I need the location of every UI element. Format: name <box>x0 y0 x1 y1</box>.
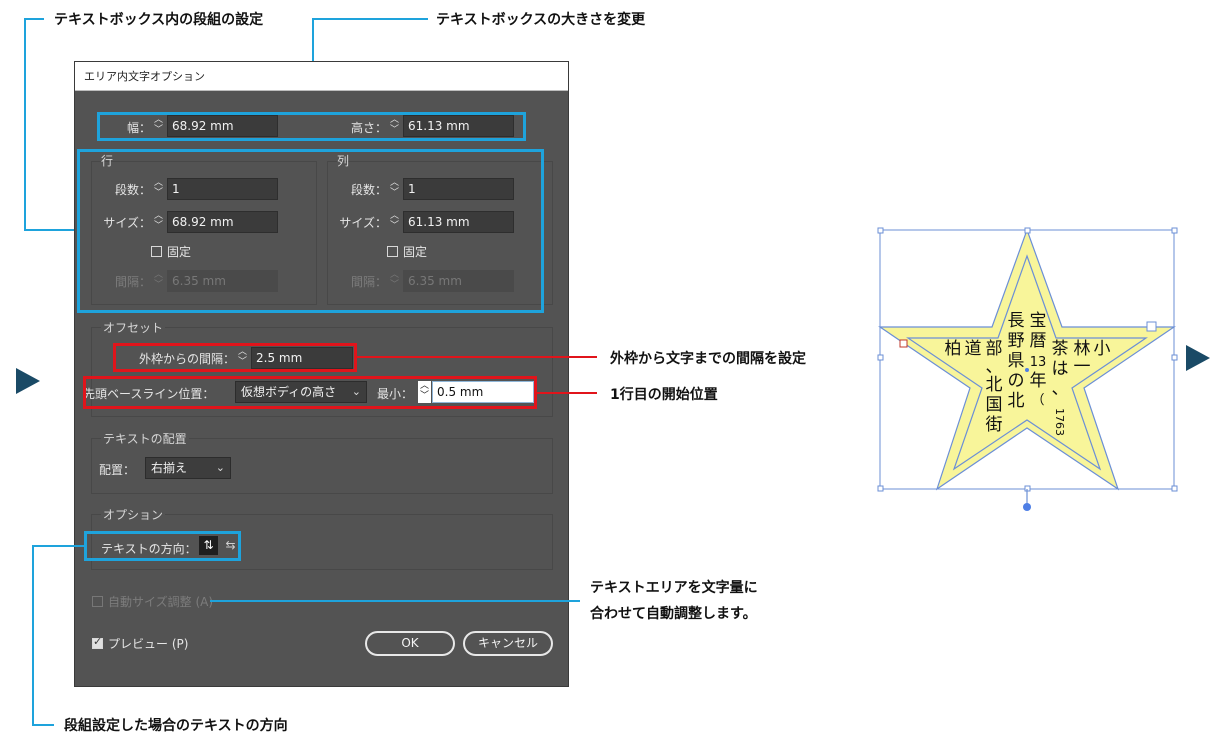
star-char: 北 <box>1008 391 1025 411</box>
star-char: （ <box>1031 393 1044 408</box>
star-char: 国 <box>986 395 1003 415</box>
star-char: 道 <box>965 339 982 359</box>
in-port-icon[interactable] <box>899 339 908 348</box>
star-char: 茶 <box>1052 339 1069 359</box>
annotation-line <box>32 724 54 726</box>
annotation-line <box>32 545 34 726</box>
star-char: 、 <box>1052 379 1069 399</box>
preview-label: プレビュー (P) <box>108 637 189 651</box>
star-char: 野 <box>1008 331 1025 351</box>
auto-size-label: 自動サイズ調整 (A) <box>108 595 214 609</box>
star-char: は <box>1052 359 1069 379</box>
annotation-line <box>312 18 428 20</box>
star-char: 年 <box>1030 371 1047 391</box>
star-char: 小 <box>1094 339 1111 359</box>
star-char: 13 <box>1030 355 1047 370</box>
align-select[interactable]: 右揃え ⌄ <box>145 457 231 479</box>
annotation-inset-spacing: 外枠から文字までの間隔を設定 <box>610 351 806 367</box>
annotation-line <box>357 356 597 358</box>
dialog-title: エリア内文字オプション <box>75 62 568 91</box>
annotation-first-line: 1行目の開始位置 <box>610 387 718 403</box>
highlight-baseline <box>83 376 537 409</box>
star-char: 部 <box>986 339 1003 359</box>
star-text-area: 小 林 一 茶 は 、 宝 暦 13 年 （ 1763 長 野 県 の 北 部 … <box>877 227 1178 511</box>
star-char: 県 <box>1008 351 1025 371</box>
annotation-line <box>24 18 44 20</box>
highlight-direction <box>84 531 241 561</box>
star-char: 林 <box>1074 339 1091 359</box>
star-shape <box>878 228 1176 491</box>
preview-checkbox[interactable] <box>92 635 103 649</box>
highlight-inset <box>113 343 357 372</box>
star-char: 宝 <box>1030 311 1047 331</box>
star-char: の <box>1008 371 1025 391</box>
annotation-line <box>24 18 26 230</box>
chevron-down-icon: ⌄ <box>215 461 225 474</box>
annotation-auto-size-2: 合わせて自動調整します。 <box>590 606 757 622</box>
cancel-button[interactable]: キャンセル <box>463 631 553 656</box>
star-char: 長 <box>1008 311 1025 331</box>
align-label: 配置： <box>99 463 136 477</box>
options-title: オプション <box>101 506 166 523</box>
star-char: 北 <box>986 375 1003 395</box>
annotation-line <box>537 392 597 394</box>
align-select-value: 右揃え <box>151 461 188 475</box>
annotation-line <box>210 600 580 602</box>
ok-button[interactable]: OK <box>365 631 455 656</box>
rotation-handle[interactable] <box>1023 503 1031 511</box>
highlight-columns-area <box>77 149 544 313</box>
alignment-title: テキストの配置 <box>101 430 189 447</box>
star-char: 1763 <box>1053 408 1066 436</box>
star-char: 暦 <box>1030 331 1047 351</box>
annotation-auto-size-1: テキストエリアを文字量に <box>590 580 758 596</box>
annotation-column-settings: テキストボックス内の段組の設定 <box>54 12 264 28</box>
star-char: 街 <box>986 415 1003 435</box>
highlight-size-fields <box>97 112 526 141</box>
center-point <box>1025 368 1029 372</box>
star-char: 、 <box>986 357 1003 377</box>
star-char: 一 <box>1074 357 1091 377</box>
annotation-text-direction: 段組設定した場合のテキストの方向 <box>64 718 288 734</box>
arrow-right-icon <box>16 368 40 394</box>
star-char: 柏 <box>945 339 962 359</box>
auto-size-checkbox <box>92 596 103 607</box>
annotation-box-size: テキストボックスの大きさを変更 <box>436 12 646 28</box>
annotation-line <box>24 229 78 231</box>
annotation-line <box>32 545 84 547</box>
offset-title: オフセット <box>101 319 166 336</box>
